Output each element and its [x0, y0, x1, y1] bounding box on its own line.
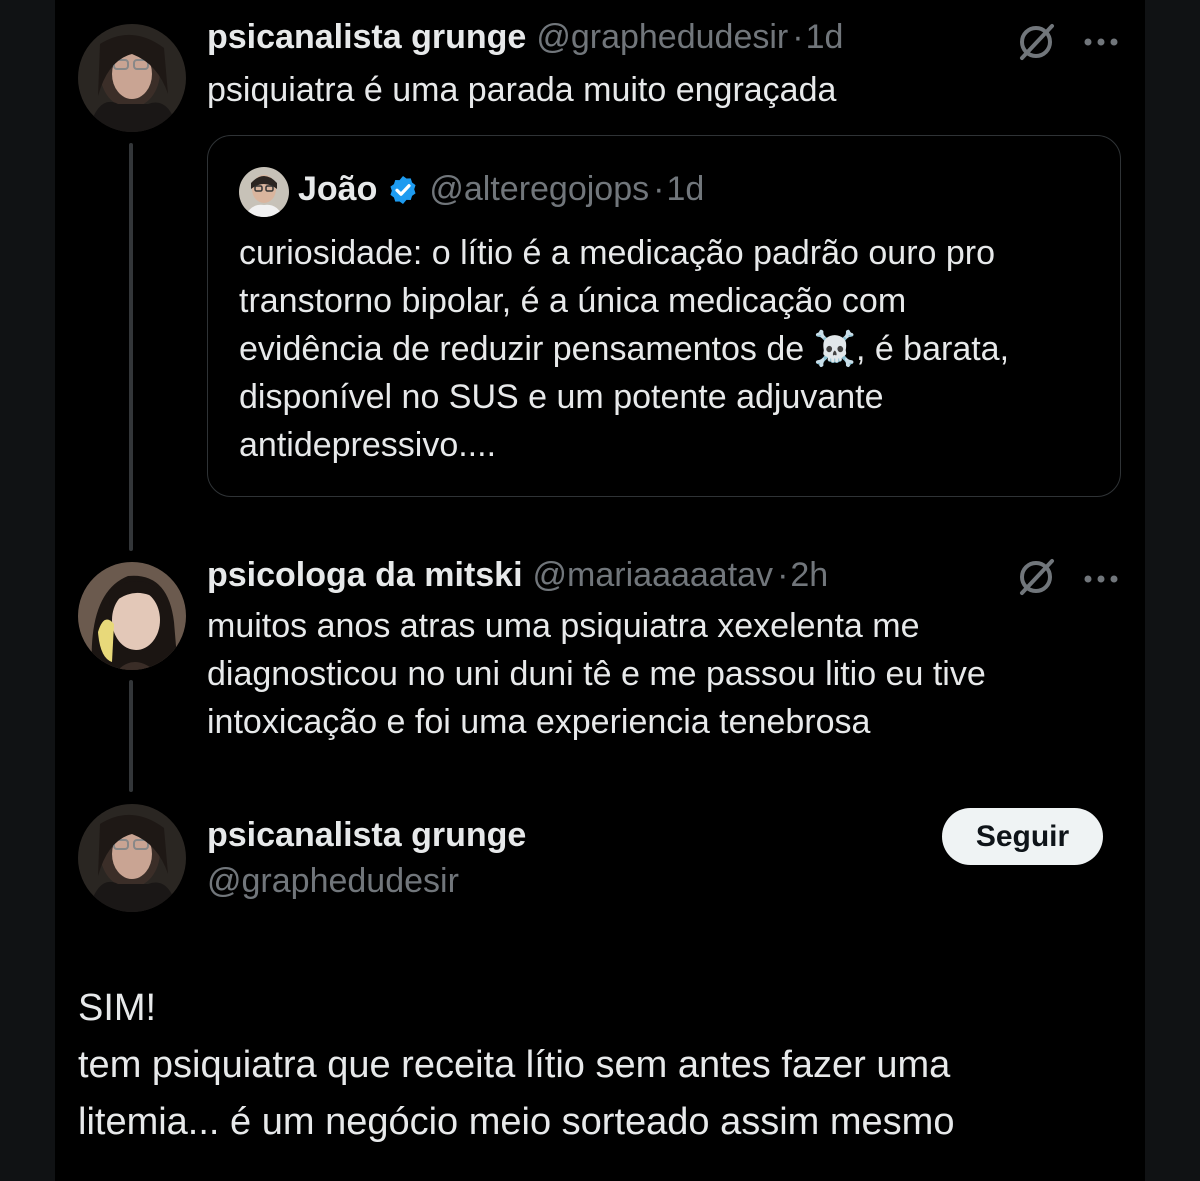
thread-connector [129, 680, 133, 792]
more-icon[interactable] [1084, 571, 1118, 589]
tweet-header: psicanalista grunge @graphedudesir · 1d [207, 18, 843, 57]
tweet-line: intoxicação e foi uma experiencia tenebr… [207, 703, 871, 741]
tweet-text: psiquiatra é uma parada muito engraçada [207, 71, 837, 109]
author-handle[interactable]: @graphedudesir [536, 18, 788, 57]
grok-icon[interactable] [1016, 22, 1056, 67]
quote-line-part: , é barata, [855, 330, 1010, 368]
author-handle[interactable]: @mariaaaaatav [533, 556, 774, 595]
grok-icon[interactable] [1016, 557, 1056, 602]
tweet-line: SIM! [78, 987, 157, 1029]
tweet-text: muitos anos atras uma psiquiatra xexelen… [207, 602, 1107, 746]
author-name[interactable]: psicologa da mitski [207, 556, 523, 595]
skull-emoji: ☠️ [813, 329, 856, 369]
avatar[interactable] [78, 804, 186, 912]
tweet-line: litemia... é um negócio meio sorteado as… [78, 1101, 955, 1143]
quote-author-handle[interactable]: @alteregojops [429, 170, 649, 209]
separator: · [777, 556, 789, 594]
timestamp[interactable]: 2h [790, 556, 828, 595]
verified-badge-icon [387, 174, 419, 206]
tweet-line: muitos anos atras uma psiquiatra xexelen… [207, 607, 920, 645]
avatar-photo [78, 804, 186, 912]
thread-connector [129, 143, 133, 551]
author-name[interactable]: psicanalista grunge [207, 816, 526, 855]
quote-line: disponível no SUS e um potente adjuvante [239, 378, 884, 416]
quote-line: antidepressivo.... [239, 426, 497, 464]
avatar-photo [78, 562, 186, 670]
tweet-line: tem psiquiatra que receita lítio sem ant… [78, 1044, 951, 1086]
timestamp[interactable]: 1d [806, 18, 844, 57]
quote-line: evidência de reduzir pensamentos de ☠️, … [239, 325, 1109, 373]
author-handle[interactable]: @graphedudesir [207, 862, 459, 901]
quote-line-part: evidência de reduzir pensamentos de [239, 330, 805, 368]
quote-line: transtorno bipolar, é a única medicação … [239, 282, 907, 320]
quote-line: curiosidade: o lítio é a medicação padrã… [239, 234, 996, 272]
quote-header: João @alteregojops · 1d [298, 170, 704, 209]
follow-button[interactable]: Seguir [942, 808, 1103, 865]
separator: · [792, 18, 804, 56]
author-name[interactable]: psicanalista grunge [207, 18, 526, 57]
tweet-line: diagnosticou no uni duni tê e me passou … [207, 655, 986, 693]
quote-avatar [239, 167, 289, 217]
more-icon[interactable] [1084, 34, 1118, 52]
avatar[interactable] [78, 24, 186, 132]
quote-timestamp[interactable]: 1d [666, 170, 704, 209]
quote-text: curiosidade: o lítio é a medicação padrã… [239, 229, 1109, 469]
main-tweet-text: SIM! tem psiquiatra que receita lítio se… [78, 980, 1118, 1151]
tweet-header: psicologa da mitski @mariaaaaatav · 2h [207, 556, 828, 595]
avatar-photo [78, 24, 186, 132]
avatar[interactable] [78, 562, 186, 670]
separator: · [653, 170, 665, 208]
quote-author-name[interactable]: João [298, 170, 377, 209]
